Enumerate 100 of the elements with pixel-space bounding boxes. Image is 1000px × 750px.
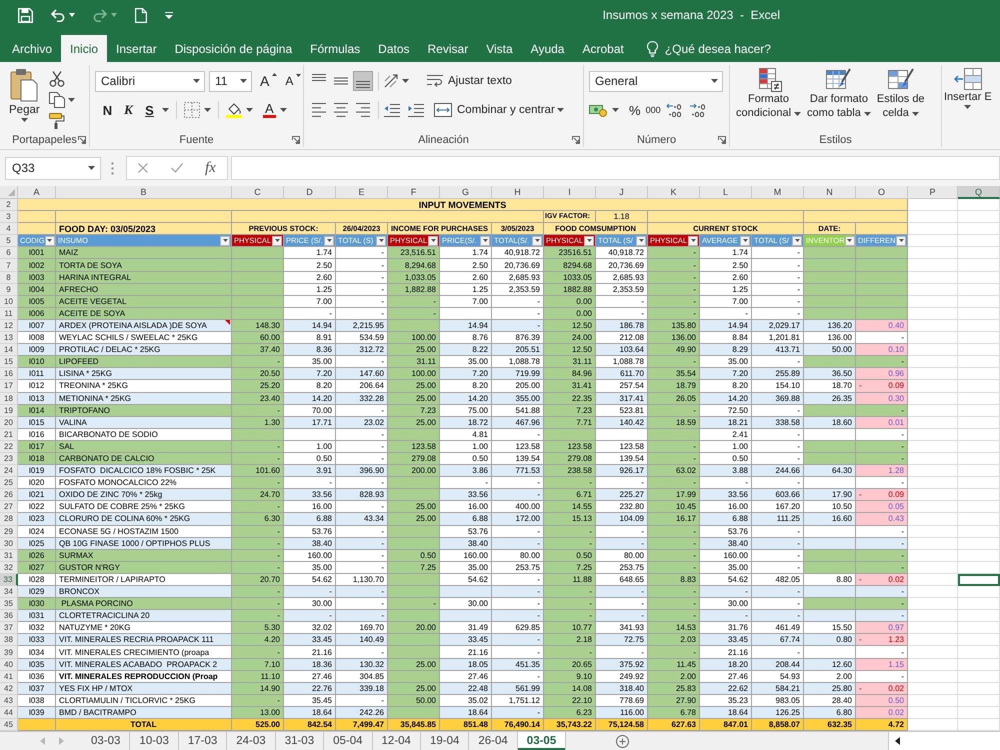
orientation-icon[interactable]: [384, 74, 400, 88]
table-cell: -: [648, 598, 700, 610]
dialog-launcher-icon[interactable]: [78, 136, 86, 144]
table-cell: 20,736.69: [492, 259, 544, 272]
filter-button[interactable]: [480, 236, 490, 246]
merge-center-button[interactable]: Combinar y centrar: [434, 103, 555, 117]
percent-button[interactable]: %: [629, 102, 641, 118]
table-cell: 8.84: [700, 332, 752, 344]
grow-font-button[interactable]: A: [260, 73, 278, 89]
table-cell: I016: [18, 428, 56, 441]
fill-color-icon[interactable]: [226, 102, 242, 118]
ribbon-tab[interactable]: Inicio: [61, 35, 108, 62]
filter-button[interactable]: [688, 236, 698, 246]
undo-icon[interactable]: [51, 8, 65, 22]
filter-button[interactable]: [376, 236, 386, 246]
ribbon-tab[interactable]: Revisar: [418, 35, 478, 62]
redo-icon[interactable]: [93, 8, 107, 22]
filter-button[interactable]: [792, 236, 802, 246]
filter-button[interactable]: [636, 236, 646, 246]
filter-button[interactable]: [844, 236, 855, 246]
decrease-decimal-icon[interactable]: [688, 103, 707, 117]
filter-button[interactable]: [428, 236, 438, 246]
filter-button[interactable]: [44, 236, 55, 246]
ribbon-tab[interactable]: Acrobat: [573, 35, 633, 62]
dialog-launcher-icon[interactable]: [718, 136, 726, 144]
insert-cells-button[interactable]: Insertar E: [944, 65, 992, 132]
increase-indent-icon[interactable]: [408, 103, 424, 117]
ribbon-tab[interactable]: Vista: [477, 35, 522, 62]
italic-button[interactable]: K: [120, 102, 137, 118]
name-box[interactable]: Q33: [5, 156, 101, 180]
font-size-dropdown[interactable]: 11: [209, 70, 252, 92]
sheet-tab[interactable]: 03-03: [82, 732, 130, 750]
customize-icon[interactable]: [165, 12, 173, 18]
number-format-dropdown[interactable]: General: [589, 70, 723, 92]
sheet-tab[interactable]: 03-05: [518, 732, 566, 750]
decrease-indent-icon[interactable]: [384, 103, 400, 117]
filter-button[interactable]: [272, 236, 282, 246]
scroll-left-icon[interactable]: [895, 737, 900, 746]
selected-cell[interactable]: [958, 574, 1000, 586]
increase-decimal-icon[interactable]: [666, 103, 684, 117]
table-cell: -: [492, 706, 544, 720]
copy-icon[interactable]: [48, 92, 65, 108]
ribbon-tab[interactable]: Disposición de página: [166, 35, 302, 62]
save-icon[interactable]: [18, 8, 33, 22]
cancel-icon[interactable]: [138, 163, 148, 173]
filter-button[interactable]: [532, 236, 542, 246]
table-cell: 4.81: [440, 428, 492, 441]
borders-icon[interactable]: [184, 102, 200, 118]
shrink-font-button[interactable]: A: [285, 74, 302, 88]
brush-icon[interactable]: [48, 113, 65, 129]
filter-button[interactable]: [324, 236, 334, 246]
sheet-tab[interactable]: 17-03: [178, 732, 228, 750]
sheet-tab[interactable]: 31-03: [276, 732, 324, 750]
table-cell: WEYLAC SCHILS / SWEELAC * 25KG: [56, 332, 232, 344]
add-sheet-icon[interactable]: [616, 734, 630, 748]
filter-button[interactable]: [220, 236, 230, 246]
sheet-tab[interactable]: 05-04: [324, 732, 373, 750]
font-color-button[interactable]: A: [263, 102, 276, 118]
cell-styles-button[interactable]: Estilos de celda: [876, 65, 925, 132]
scissors-icon[interactable]: [48, 71, 65, 87]
sheet-tab[interactable]: 19-04: [420, 732, 470, 750]
underline-button[interactable]: S: [141, 102, 158, 118]
table-cell: -: [336, 477, 388, 490]
filter-button[interactable]: [584, 236, 594, 246]
table-cell: 2,685.93: [596, 272, 648, 284]
format-as-table-button[interactable]: Dar formato como tabla: [807, 65, 871, 132]
dialog-launcher-icon[interactable]: [572, 136, 580, 144]
sheet-tab[interactable]: 10-03: [130, 732, 179, 750]
font-name-dropdown[interactable]: Calibri: [95, 70, 205, 92]
bold-button[interactable]: N: [99, 102, 116, 118]
new-document-icon[interactable]: [135, 8, 147, 22]
ribbon-tab[interactable]: Fórmulas: [301, 35, 370, 62]
formula-input[interactable]: [231, 156, 1000, 180]
align-right-icon[interactable]: [356, 103, 370, 117]
conditional-format-button[interactable]: Formato condicional: [736, 65, 802, 132]
insert-function-button[interactable]: fx: [204, 160, 216, 176]
filter-button[interactable]: [740, 236, 750, 246]
ribbon-tab[interactable]: Ayuda: [522, 35, 574, 62]
align-left-icon[interactable]: [312, 103, 326, 117]
align-bottom-icon[interactable]: [353, 71, 373, 91]
paste-button[interactable]: Pegar: [9, 65, 40, 132]
tell-me-field[interactable]: ¿Qué desea hacer?: [664, 42, 785, 56]
table-cell: 16.60: [804, 513, 856, 526]
sheet-tab[interactable]: 12-04: [372, 732, 421, 750]
sheet-tab[interactable]: 24-03: [227, 732, 276, 750]
dialog-launcher-icon[interactable]: [292, 136, 300, 144]
filter-button[interactable]: [896, 236, 906, 246]
empty-cell: [958, 670, 1000, 683]
horizontal-scrollbar[interactable]: [888, 732, 1000, 750]
ribbon-tab[interactable]: Archivo: [3, 35, 62, 62]
ribbon-tab[interactable]: Insertar: [107, 35, 166, 62]
ribbon-tab[interactable]: Datos: [369, 35, 419, 62]
table-cell: -: [752, 308, 804, 320]
align-center-icon[interactable]: [334, 103, 348, 117]
wrap-text-button[interactable]: Ajustar texto: [427, 74, 512, 88]
accounting-icon[interactable]: [589, 103, 607, 117]
table-cell: [804, 526, 856, 538]
thousands-button[interactable]: 000: [646, 105, 661, 115]
caret-icon: [20, 118, 28, 122]
enter-icon[interactable]: [170, 163, 183, 173]
